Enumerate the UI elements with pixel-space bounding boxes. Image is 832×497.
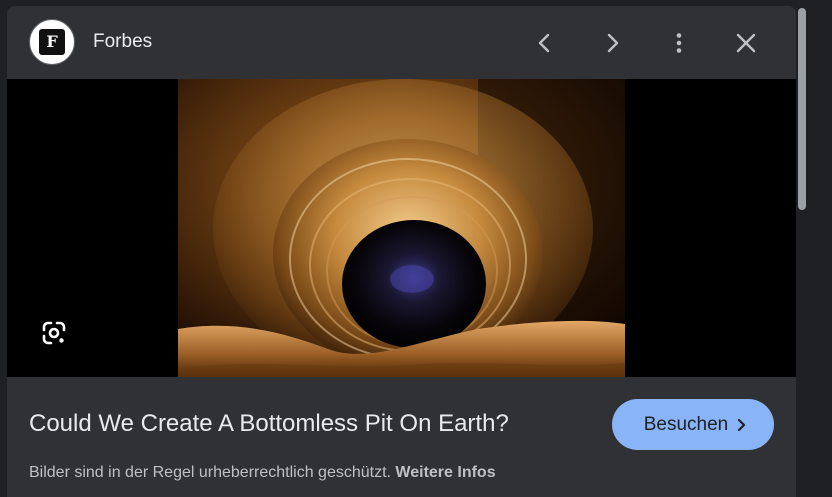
viewer-header: F Forbes [7, 6, 796, 79]
chevron-right-icon [736, 418, 748, 432]
google-lens-icon [42, 321, 66, 345]
image-area [7, 79, 796, 377]
source-name[interactable]: Forbes [93, 30, 152, 54]
close-icon [736, 33, 756, 53]
source-logo-letter: F [39, 29, 65, 55]
more-vert-icon [676, 33, 682, 53]
image-preview-panel: F Forbes Could We Create A Bottomless Pi… [7, 6, 796, 497]
pit-photo [178, 79, 625, 377]
source-logo[interactable]: F [29, 19, 75, 65]
visit-button[interactable]: Besuchen [612, 399, 774, 450]
next-button[interactable] [592, 23, 632, 63]
image-viewer: F Forbes Could We Create A Bottomless Pi… [0, 0, 832, 497]
more-options-button[interactable] [659, 23, 699, 63]
more-info-link[interactable]: Weitere Infos [395, 464, 495, 481]
copyright-notice: Bilder sind in der Regel urheberrechtlic… [29, 463, 496, 483]
visit-button-label: Besuchen [643, 413, 729, 435]
close-button[interactable] [726, 23, 766, 63]
scrollbar-thumb[interactable] [798, 8, 806, 210]
chevron-left-icon [538, 33, 550, 53]
copyright-text: Bilder sind in der Regel urheberrechtlic… [29, 464, 391, 481]
google-lens-button[interactable] [37, 316, 71, 350]
previous-button[interactable] [525, 23, 565, 63]
preview-image[interactable] [178, 79, 625, 377]
chevron-right-icon [607, 33, 619, 53]
result-title[interactable]: Could We Create A Bottomless Pit On Eart… [29, 408, 509, 440]
